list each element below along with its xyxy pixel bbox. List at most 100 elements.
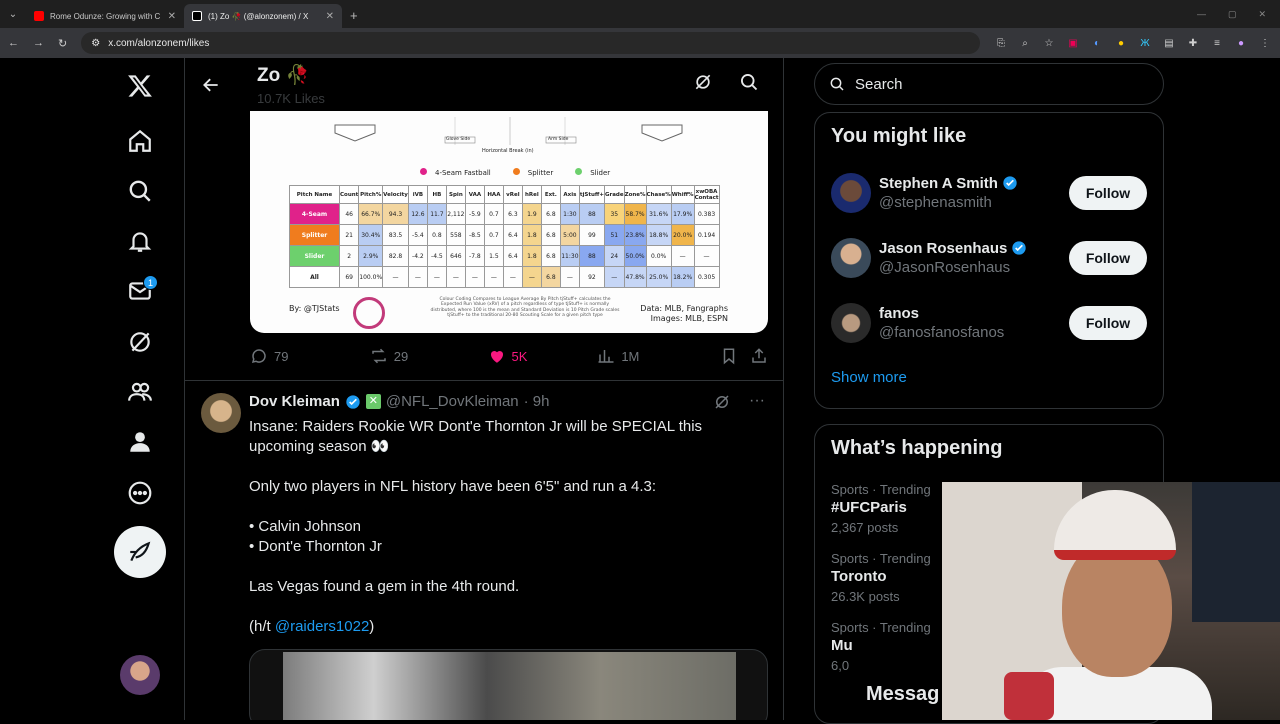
account-avatar[interactable] bbox=[120, 655, 160, 695]
extension-icon[interactable]: ▤ bbox=[1162, 38, 1176, 49]
column-header: hRel bbox=[521, 185, 542, 204]
pitch-stats-image[interactable]: Glove Side Arm Side Horizontal Break (in… bbox=[250, 111, 768, 333]
suggestion-row[interactable]: fanos @fanosfanosfanos Follow bbox=[815, 290, 1163, 355]
tweet[interactable]: Dov Kleiman ✕ @NFL_DovKleiman · 9h ··· I… bbox=[185, 380, 783, 720]
column-header: HAA bbox=[483, 185, 504, 204]
communities-icon[interactable] bbox=[114, 366, 166, 418]
table-cell: — bbox=[603, 266, 625, 288]
table-cell: 94.3 bbox=[382, 203, 409, 225]
new-tab-button[interactable]: + bbox=[342, 8, 366, 28]
author-avatar[interactable] bbox=[201, 393, 241, 433]
browser-tab-1[interactable]: Rome Odunze: Growing with C ✕ bbox=[26, 4, 184, 28]
table-cell: 24 bbox=[603, 245, 625, 267]
extension-icon[interactable]: ● bbox=[1114, 38, 1128, 49]
grok-icon[interactable] bbox=[713, 393, 731, 416]
repost-button[interactable]: 29 bbox=[370, 347, 488, 365]
table-cell: — bbox=[445, 266, 466, 288]
search-icon bbox=[830, 77, 844, 91]
table-cell: -8.5 bbox=[464, 224, 485, 246]
url-text: x.com/alonzonem/likes bbox=[108, 37, 210, 49]
column-header: Grade bbox=[603, 185, 625, 204]
profile-icon[interactable]: ● bbox=[1234, 38, 1248, 49]
column-header: Zone% bbox=[623, 185, 647, 204]
compose-post-button[interactable] bbox=[114, 526, 166, 578]
home-icon[interactable] bbox=[114, 115, 166, 167]
maximize-icon[interactable]: ▢ bbox=[1228, 9, 1237, 20]
address-bar[interactable]: ⚙ x.com/alonzonem/likes bbox=[81, 32, 980, 54]
reading-list-icon[interactable]: ≡ bbox=[1210, 38, 1224, 49]
x-logo-icon[interactable] bbox=[114, 60, 166, 112]
zoom-icon[interactable]: ⌕ bbox=[1018, 38, 1032, 49]
messages-mail-icon[interactable]: 1 bbox=[114, 265, 166, 317]
extension-icon[interactable]: Ж bbox=[1138, 38, 1152, 49]
close-window-icon[interactable]: ✕ bbox=[1258, 9, 1266, 20]
table-cell: 6.8 bbox=[540, 203, 561, 225]
messages-drawer[interactable]: Messag bbox=[852, 672, 947, 716]
reload-icon[interactable]: ↻ bbox=[58, 37, 67, 50]
follow-button[interactable]: Follow bbox=[1069, 305, 1147, 340]
table-cell: — bbox=[407, 266, 428, 288]
reply-button[interactable]: 79 bbox=[250, 347, 370, 365]
profile-person-icon[interactable] bbox=[114, 416, 166, 468]
table-cell: 0.383 bbox=[693, 203, 720, 225]
table-cell: 1.5 bbox=[483, 245, 504, 267]
minimize-icon[interactable]: — bbox=[1197, 9, 1206, 20]
author-name[interactable]: Dov Kleiman bbox=[249, 393, 340, 410]
menu-icon[interactable]: ⋮ bbox=[1258, 38, 1272, 49]
verified-badge-icon bbox=[1003, 176, 1017, 190]
follow-button[interactable]: Follow bbox=[1069, 240, 1147, 275]
site-info-icon[interactable]: ⚙ bbox=[91, 38, 100, 49]
search-icon[interactable] bbox=[739, 72, 759, 97]
tweet-video[interactable] bbox=[249, 649, 768, 720]
table-cell: 25.0% bbox=[645, 266, 672, 288]
search-input[interactable]: Search bbox=[814, 63, 1164, 105]
author-handle[interactable]: @NFL_DovKleiman bbox=[386, 393, 519, 410]
card-title: You might like bbox=[831, 125, 967, 147]
explore-search-icon[interactable] bbox=[114, 165, 166, 217]
grok-icon[interactable] bbox=[114, 316, 166, 368]
profile-name: Zo 🥀 bbox=[257, 65, 310, 86]
avatar[interactable] bbox=[831, 302, 871, 343]
back-arrow-icon[interactable] bbox=[185, 75, 237, 95]
extension-icon[interactable]: ▣ bbox=[1066, 38, 1080, 49]
like-button[interactable]: 5K bbox=[488, 347, 598, 365]
view-count: 1M bbox=[621, 348, 640, 364]
table-row: Splitter 21 30.4% 83.5 -5.4 0.8 558 -8.5 0.7 6.4 1… bbox=[289, 224, 720, 246]
forward-arrow-icon[interactable]: → bbox=[33, 37, 44, 49]
back-arrow-icon[interactable]: ← bbox=[8, 37, 19, 49]
more-options-icon[interactable] bbox=[114, 467, 166, 519]
bookmark-star-icon[interactable]: ☆ bbox=[1042, 38, 1056, 49]
table-cell: — bbox=[382, 266, 409, 288]
tweet-time[interactable]: · 9h bbox=[524, 393, 550, 410]
more-icon[interactable]: ··· bbox=[749, 393, 765, 416]
close-tab-icon[interactable]: ✕ bbox=[326, 11, 334, 22]
table-cell: 88 bbox=[578, 203, 605, 225]
bookmark-icon[interactable] bbox=[720, 347, 750, 365]
share-icon[interactable] bbox=[750, 347, 768, 365]
tweet-actions: 79 29 5K 1M bbox=[250, 345, 768, 367]
grok-icon[interactable] bbox=[693, 72, 713, 97]
extension-icon[interactable]: ◐ bbox=[1090, 38, 1104, 49]
suggestion-name: Jason Rosenhaus bbox=[879, 240, 1069, 257]
tab-search-button[interactable]: ⌄ bbox=[0, 0, 26, 28]
table-cell: 0.7 bbox=[483, 203, 504, 225]
table-cell: 6.8 bbox=[540, 245, 561, 267]
show-more-link[interactable]: Show more bbox=[815, 355, 1163, 406]
puzzle-icon[interactable]: ✚ bbox=[1186, 38, 1200, 49]
browser-tab-2[interactable]: (1) Zo 🥀 (@alonzonem) / X ✕ bbox=[184, 4, 342, 28]
notifications-bell-icon[interactable] bbox=[114, 215, 166, 267]
pitch-legend: 4-Seam Fastball Splitter Slider bbox=[420, 168, 610, 177]
avatar[interactable] bbox=[831, 172, 871, 213]
views-button[interactable]: 1M bbox=[597, 347, 720, 365]
suggestion-row[interactable]: Jason Rosenhaus @JasonRosenhaus Follow bbox=[815, 225, 1163, 290]
pitch-name-cell: All bbox=[289, 266, 340, 288]
mention-link[interactable]: @raiders1022 bbox=[275, 618, 369, 635]
tweet-text: Insane: Raiders Rookie WR Dont'e Thornto… bbox=[249, 417, 769, 637]
close-tab-icon[interactable]: ✕ bbox=[168, 11, 176, 22]
cast-icon[interactable]: ⎘ bbox=[994, 38, 1008, 49]
suggestion-row[interactable]: Stephen A Smith @stephenasmith Follow bbox=[815, 160, 1163, 225]
column-header: iVB bbox=[407, 185, 428, 204]
follow-button[interactable]: Follow bbox=[1069, 175, 1147, 210]
table-cell: 69 bbox=[338, 266, 360, 288]
avatar[interactable] bbox=[831, 237, 871, 278]
